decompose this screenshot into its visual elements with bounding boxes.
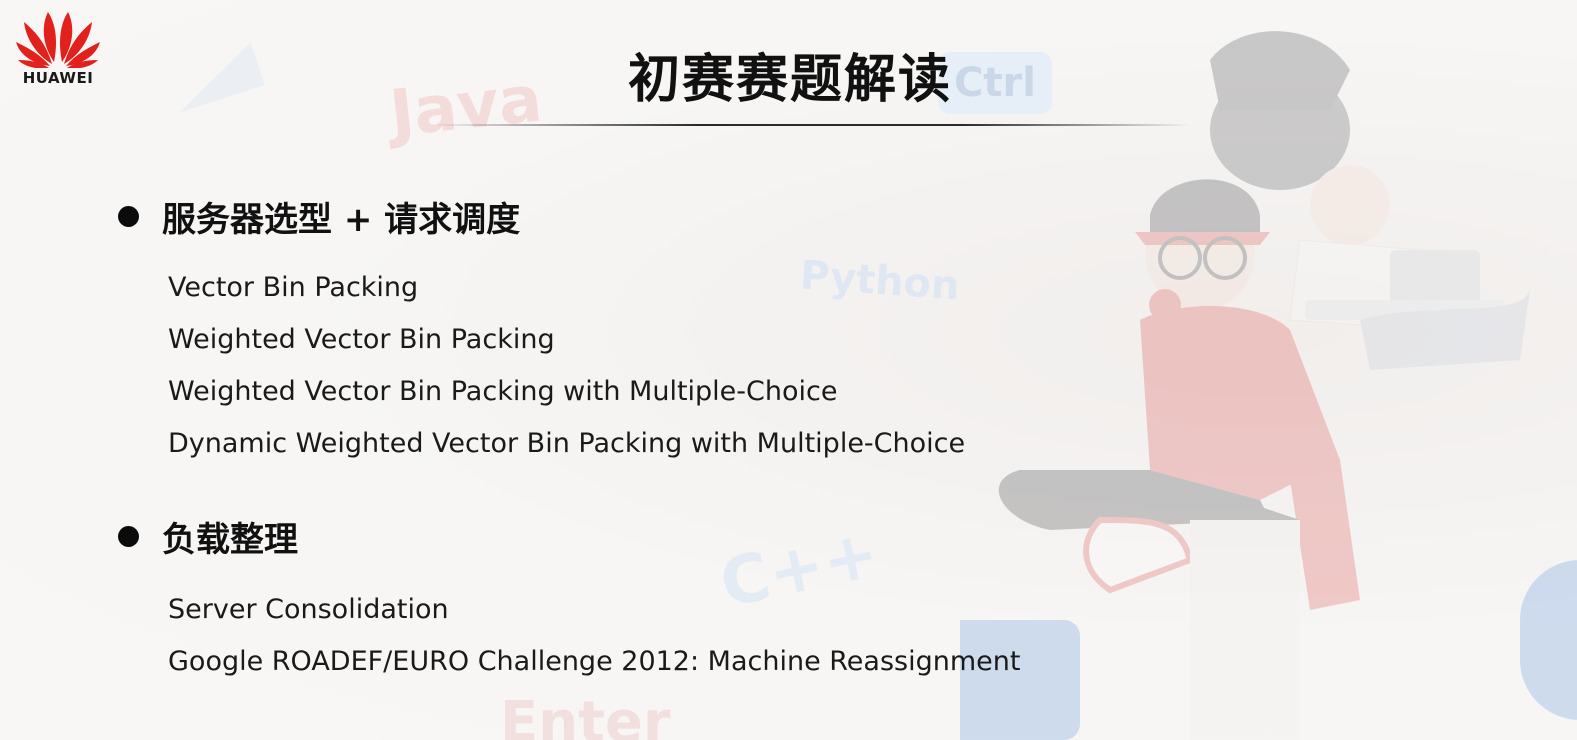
section-heading-text: 服务器选型 + 请求调度 [162, 200, 521, 240]
list-item: Dynamic Weighted Vector Bin Packing with… [168, 428, 966, 459]
huawei-logo: HUAWEI [10, 4, 106, 87]
list-item: Server Consolidation [168, 594, 449, 625]
section-heading-server-selection: 服务器选型 + 请求调度 [118, 192, 520, 241]
slide-title: 初赛赛题解读 [627, 50, 952, 110]
list-item: Weighted Vector Bin Packing with Multipl… [168, 376, 838, 407]
section-items-load-consolidation: Server Consolidation Google ROADEF/EURO … [168, 584, 1020, 688]
huawei-petals-icon [16, 12, 100, 68]
logo-wordmark: HUAWEI [22, 69, 94, 87]
section-items-server-selection: Vector Bin Packing Weighted Vector Bin P… [168, 262, 965, 470]
paper-plane-decoration [165, 42, 265, 113]
list-item: Vector Bin Packing [168, 272, 419, 303]
list-item: Google ROADEF/EURO Challenge 2012: Machi… [168, 646, 1021, 677]
section-heading-load-consolidation: 负载整理 [118, 512, 298, 561]
list-item: Weighted Vector Bin Packing [168, 324, 555, 355]
slide: Java Ctrl Python C++ Enter HUAWEI 初赛赛题解读… [0, 0, 1577, 740]
background-word-enter: Enter [500, 690, 671, 740]
bullet-icon [118, 526, 139, 547]
background-word-java: Java [386, 62, 546, 152]
coder-illustration [960, 31, 1577, 740]
section-heading-text: 负载整理 [162, 520, 298, 560]
title-underline [430, 124, 1190, 126]
bullet-icon [118, 206, 139, 227]
